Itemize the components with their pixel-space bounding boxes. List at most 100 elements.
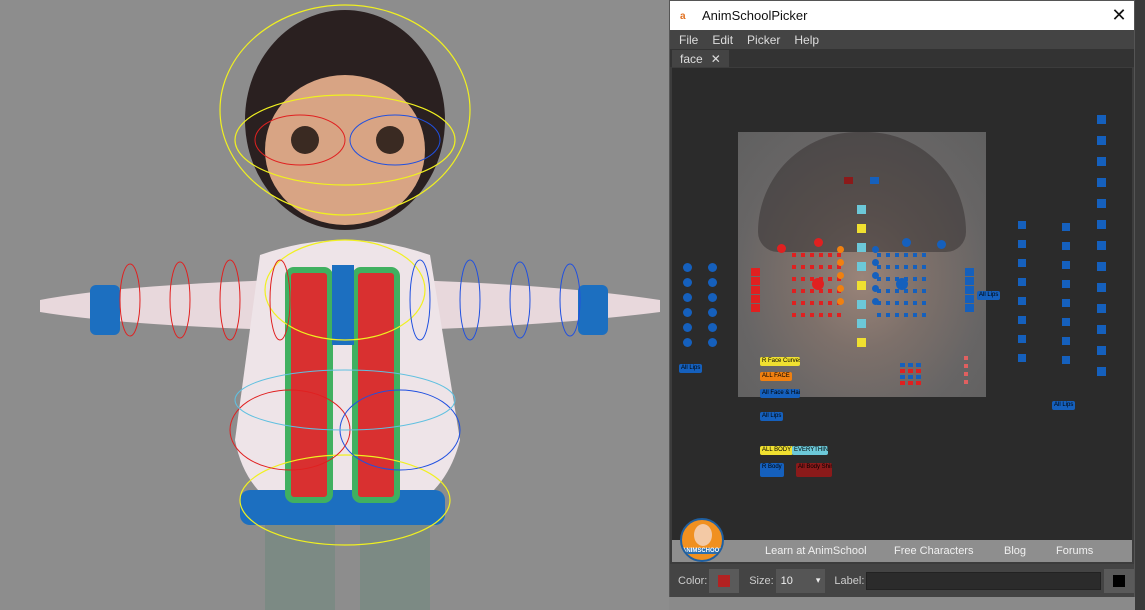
picker-button[interactable] [792,277,796,281]
picker-label-button[interactable]: All Lips [1052,401,1076,410]
picker-button[interactable] [1018,259,1026,267]
picker-button[interactable] [1097,199,1106,208]
picker-button[interactable] [751,286,760,294]
picker-button[interactable] [1018,335,1026,343]
picker-canvas[interactable]: R Face Curves ALL FACE All Face & Hair All … [672,68,1132,540]
picker-button[interactable] [886,265,890,269]
picker-button[interactable] [895,289,899,293]
picker-button[interactable] [872,272,879,279]
close-icon[interactable]: ✕ [1104,5,1134,26]
picker-button[interactable] [1097,367,1106,376]
picker-button[interactable] [810,313,814,317]
picker-button[interactable] [812,278,824,290]
picker-button[interactable] [801,253,805,257]
picker-button[interactable] [1018,354,1026,362]
picker-button[interactable] [683,293,692,302]
picker-button[interactable] [837,285,844,292]
picker-button[interactable] [801,289,805,293]
picker-button[interactable] [819,301,823,305]
picker-button[interactable] [857,281,866,290]
picker-button[interactable] [751,295,760,303]
picker-button[interactable] [751,304,760,312]
background-color-button[interactable] [1104,568,1135,593]
picker-button[interactable] [708,263,717,272]
picker-button[interactable] [1018,278,1026,286]
picker-button[interactable] [792,313,796,317]
picker-button[interactable] [857,243,866,252]
picker-label-button[interactable]: ALL FACE [760,372,792,381]
picker-button[interactable] [1097,325,1106,334]
picker-label-button[interactable]: All Face & Hair [760,389,800,398]
picker-button[interactable] [872,285,879,292]
picker-button[interactable] [819,265,823,269]
picker-button[interactable] [837,313,841,317]
picker-button[interactable] [828,253,832,257]
picker-button[interactable] [1097,136,1106,145]
picker-button[interactable] [683,323,692,332]
picker-button[interactable] [751,268,760,276]
picker-button[interactable] [900,381,905,385]
picker-button[interactable] [900,369,905,373]
picker-button[interactable] [916,381,921,385]
picker-button[interactable] [913,277,917,281]
picker-label-button[interactable]: All Lips [760,412,784,421]
picker-button[interactable] [964,364,968,368]
picker-button[interactable] [1097,304,1106,313]
picker-button[interactable] [965,304,974,312]
picker-button[interactable] [1097,346,1106,355]
picker-button[interactable] [801,301,805,305]
picker-button[interactable] [857,319,866,328]
picker-button[interactable] [857,205,866,214]
picker-button[interactable] [913,301,917,305]
picker-button[interactable] [683,338,692,347]
picker-button[interactable] [683,263,692,272]
picker-button[interactable] [837,298,844,305]
picker-button[interactable] [937,240,946,249]
picker-button[interactable] [857,300,866,309]
menu-help[interactable]: Help [794,33,819,47]
picker-button[interactable] [922,253,926,257]
picker-button[interactable] [1097,115,1106,124]
picker-button[interactable] [964,372,968,376]
menu-edit[interactable]: Edit [712,33,733,47]
picker-button[interactable] [844,177,853,184]
picker-button[interactable] [916,375,921,379]
link-forums[interactable]: Forums [1056,545,1093,557]
picker-button[interactable] [792,265,796,269]
picker-button[interactable] [904,253,908,257]
picker-button[interactable] [896,278,908,290]
label-input[interactable] [866,571,1102,590]
maya-viewport[interactable] [0,0,669,610]
picker-button[interactable] [1062,223,1070,231]
picker-button[interactable] [1097,241,1106,250]
picker-button[interactable] [837,259,844,266]
picker-button[interactable] [1062,356,1070,364]
picker-button[interactable] [708,308,717,317]
picker-button[interactable] [837,272,844,279]
picker-label-button[interactable]: All Lips [977,291,1001,300]
picker-button[interactable] [922,289,926,293]
picker-button[interactable] [916,369,921,373]
picker-button[interactable] [886,313,890,317]
picker-button[interactable] [857,224,866,233]
picker-button[interactable] [1097,220,1106,229]
picker-button[interactable] [857,338,866,347]
menu-picker[interactable]: Picker [747,33,780,47]
picker-button[interactable] [1018,297,1026,305]
picker-button[interactable] [965,277,974,285]
picker-button[interactable] [916,363,921,367]
picker-button[interactable] [828,313,832,317]
picker-button[interactable] [1062,337,1070,345]
picker-button[interactable] [708,293,717,302]
animschool-logo[interactable]: ANIMSCHOOL [680,518,724,562]
picker-button[interactable] [708,323,717,332]
picker-button[interactable] [900,375,905,379]
picker-button[interactable] [819,253,823,257]
picker-button[interactable] [1018,221,1026,229]
picker-button[interactable] [895,301,899,305]
picker-button[interactable] [683,278,692,287]
picker-button[interactable] [922,301,926,305]
picker-button[interactable] [828,265,832,269]
picker-button[interactable] [900,363,905,367]
picker-button[interactable] [870,177,879,184]
